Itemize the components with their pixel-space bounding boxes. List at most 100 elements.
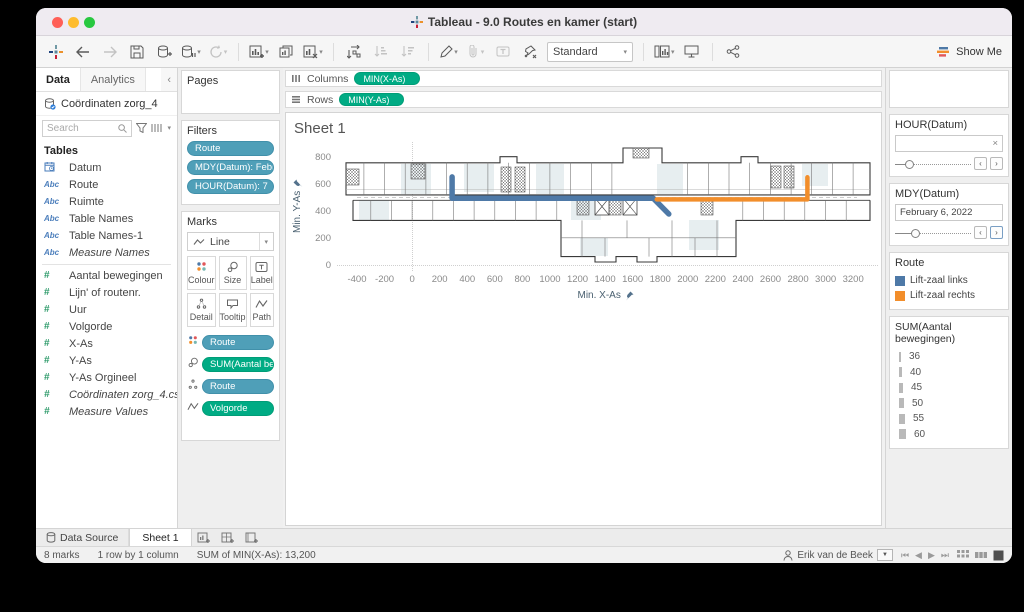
field-item[interactable]: # Y-As [36, 352, 177, 369]
show-tabs-view-icon[interactable] [957, 549, 969, 561]
hour-prev-button[interactable]: ‹ [974, 157, 987, 170]
show-hide-cards-button[interactable]: ▾ [654, 40, 675, 64]
size-legend-item[interactable]: 55 [895, 411, 1003, 427]
swap-rows-columns-button[interactable] [344, 40, 364, 64]
path-button[interactable]: Path [249, 293, 274, 327]
tooltip-button[interactable]: Tooltip [218, 293, 247, 327]
date-slider-thumb[interactable] [911, 228, 920, 238]
presentation-mode-button[interactable] [682, 40, 702, 64]
new-datasource-button[interactable] [154, 40, 174, 64]
filter-pill[interactable]: MDY(Datum): Februa.. [187, 160, 274, 175]
field-item[interactable]: # X-As [36, 335, 177, 352]
filter-fields-icon[interactable] [136, 123, 148, 133]
field-item[interactable]: # Y-As Orgineel [36, 369, 177, 386]
worksheet-canvas[interactable]: Sheet 1 0 200 400 600 800 -400 -200 0 200 400 600 8… [285, 112, 882, 526]
first-sheet-button[interactable]: ⏮ [901, 550, 909, 561]
show-me-button[interactable]: Show Me [937, 46, 1002, 58]
user-menu-caret[interactable]: ▼ [876, 549, 893, 561]
filmstrip-view-icon[interactable] [975, 550, 987, 561]
clear-icon[interactable]: × [992, 138, 998, 149]
fix-axes-button[interactable] [520, 40, 540, 64]
refresh-button[interactable]: ▾ [208, 40, 228, 64]
hour-filter-input[interactable]: × [895, 135, 1003, 152]
pause-updates-button[interactable]: ▾ [181, 40, 201, 64]
rows-pill[interactable]: MIN(Y-As) [339, 93, 405, 106]
size-legend-item[interactable]: 36 [895, 349, 1003, 365]
user-menu[interactable]: Erik van de Beek ▼ [783, 549, 893, 561]
duplicate-sheet-button[interactable] [276, 40, 296, 64]
share-button[interactable] [723, 40, 743, 64]
new-story-tab-button[interactable] [240, 529, 264, 546]
field-item[interactable]: # Aantal bewegingen [36, 267, 177, 284]
undo-button[interactable] [73, 40, 93, 64]
size-legend-item[interactable]: 40 [895, 365, 1003, 381]
columns-shelf[interactable]: Columns MIN(X-As) [285, 70, 882, 87]
filter-pill[interactable]: HOUR(Datum): 7 [187, 179, 274, 194]
mark-pill[interactable]: Route [202, 334, 274, 350]
sheet1-tab[interactable]: Sheet 1 [129, 529, 192, 546]
collapse-pane-button[interactable]: ‹ [161, 68, 177, 91]
view-options-caret[interactable]: ▾ [167, 124, 171, 132]
tableau-home-button[interactable] [46, 40, 66, 64]
field-item[interactable]: Abc Table Names-1 [36, 227, 177, 244]
tab-data[interactable]: Data [36, 68, 81, 91]
size-legend-item[interactable]: 50 [895, 396, 1003, 412]
next-sheet-button[interactable]: ▶ [928, 550, 935, 561]
new-dashboard-tab-button[interactable] [216, 529, 240, 546]
clear-sheet-button[interactable]: ▾ [303, 40, 323, 64]
field-item[interactable]: # Measure Values [36, 403, 177, 420]
size-button[interactable]: Size [218, 256, 247, 290]
fit-selector[interactable]: Standard ▾ [547, 41, 633, 62]
data-source-tab[interactable]: Data Source [36, 529, 130, 546]
show-mark-labels-button[interactable] [493, 40, 513, 64]
size-legend-item[interactable]: 45 [895, 380, 1003, 396]
label-button[interactable]: Label [249, 256, 274, 290]
sort-ascending-button[interactable] [371, 40, 391, 64]
size-legend-item[interactable]: 60 [895, 427, 1003, 443]
search-input[interactable]: Search [42, 119, 133, 137]
mark-pill[interactable]: Volgorde [202, 400, 274, 416]
mark-pill[interactable]: SUM(Aantal be.. [202, 356, 274, 372]
new-worksheet-button[interactable]: ▾ [249, 40, 269, 64]
date-next-button[interactable]: › [990, 226, 1003, 239]
field-item[interactable]: # Lijn' of routenr. [36, 284, 177, 301]
data-source-item[interactable]: Coördinaten zorg_4 [36, 92, 177, 116]
x-axis-title[interactable]: Min. X-As [578, 290, 634, 301]
field-item[interactable]: # Uur [36, 301, 177, 318]
highlight-button[interactable]: ▾ [439, 40, 459, 64]
prev-sheet-button[interactable]: ◀ [915, 550, 922, 561]
columns-pill[interactable]: MIN(X-As) [354, 72, 421, 85]
colour-button[interactable]: Colour [187, 256, 216, 290]
redo-button[interactable] [100, 40, 120, 64]
field-item[interactable]: Abc Measure Names [36, 244, 177, 261]
plot-area[interactable]: 0 200 400 600 800 -400 -200 0 200 400 600 800 1000 12… [286, 113, 881, 433]
sort-descending-button[interactable] [398, 40, 418, 64]
field-item[interactable]: Abc Ruimte [36, 193, 177, 210]
rows-shelf[interactable]: Rows MIN(Y-As) [285, 91, 882, 108]
legend-item[interactable]: Lift-zaal links [895, 273, 1003, 288]
field-item[interactable]: # Volgorde [36, 318, 177, 335]
new-worksheet-tab-button[interactable] [192, 529, 216, 546]
filter-pill[interactable]: Route [187, 141, 274, 156]
y-axis-title[interactable]: Min. Y-As [292, 179, 303, 233]
save-button[interactable] [127, 40, 147, 64]
detail-button[interactable]: Detail [187, 293, 216, 327]
date-prev-button[interactable]: ‹ [974, 226, 987, 239]
date-slider[interactable] [895, 227, 971, 239]
view-options-icon[interactable] [151, 123, 162, 133]
tab-analytics[interactable]: Analytics [80, 68, 146, 91]
last-sheet-button[interactable]: ⏭ [941, 550, 949, 561]
mark-pill[interactable]: Route [202, 378, 274, 394]
field-item[interactable]: Abc Table Names [36, 210, 177, 227]
field-item[interactable]: Abc Route [36, 176, 177, 193]
field-item[interactable]: Datum [36, 159, 177, 176]
group-members-button[interactable]: ▾ [466, 40, 486, 64]
single-sheet-view-icon[interactable] [993, 550, 1004, 561]
mark-type-selector[interactable]: Line ▾ [187, 232, 274, 251]
hour-slider-thumb[interactable] [905, 159, 914, 169]
date-filter-input[interactable]: February 6, 2022 [895, 204, 1003, 221]
legend-item[interactable]: Lift-zaal rechts [895, 288, 1003, 303]
hour-slider[interactable] [895, 158, 971, 170]
hour-next-button[interactable]: › [990, 157, 1003, 170]
field-item[interactable]: # Coördinaten zorg_4.csv (... [36, 386, 177, 403]
